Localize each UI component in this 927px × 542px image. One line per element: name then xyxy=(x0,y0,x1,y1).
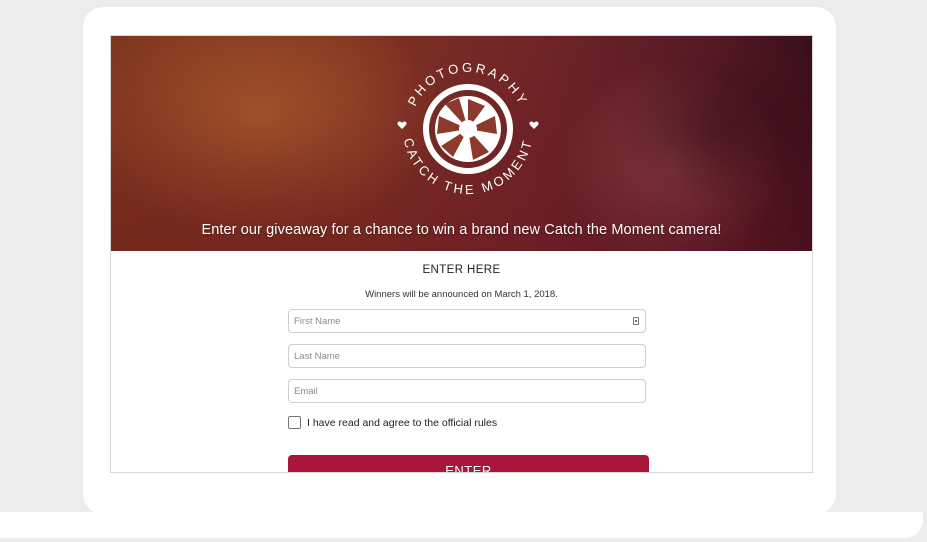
giveaway-page: PHOTOGRAPHY CATCH THE MOMENT Enter our g… xyxy=(110,35,813,473)
device-base xyxy=(0,512,923,538)
form-title: ENTER HERE xyxy=(422,264,501,276)
form-subtitle: Winners will be announced on March 1, 20… xyxy=(365,289,558,300)
official-rules-label[interactable]: I have read and agree to the official ru… xyxy=(307,417,497,429)
heart-icon xyxy=(529,121,539,129)
last-name-input[interactable] xyxy=(288,344,646,368)
hero-caption: Enter our giveaway for a chance to win a… xyxy=(201,222,722,238)
enter-button[interactable]: ENTER xyxy=(288,455,649,472)
camera-shutter-icon xyxy=(423,84,513,174)
autofill-contact-icon[interactable] xyxy=(633,317,639,325)
first-name-input[interactable] xyxy=(288,309,646,333)
photography-logo: PHOTOGRAPHY CATCH THE MOMENT xyxy=(397,60,539,197)
official-rules-checkbox[interactable] xyxy=(288,416,301,429)
email-input[interactable] xyxy=(288,379,646,403)
hero-banner: PHOTOGRAPHY CATCH THE MOMENT Enter our g… xyxy=(111,36,812,251)
heart-icon xyxy=(397,121,407,129)
